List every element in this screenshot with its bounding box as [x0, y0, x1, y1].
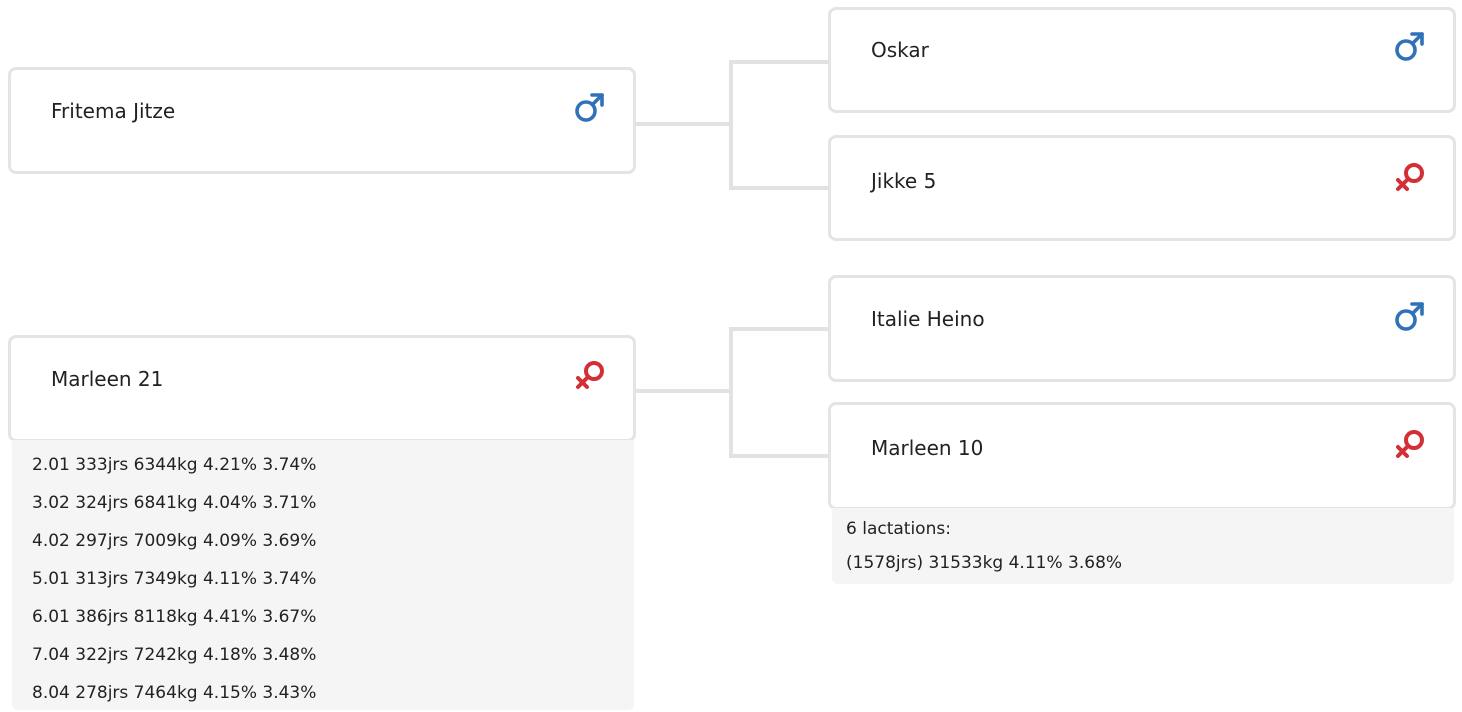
female-icon [576, 361, 604, 389]
lactation-summary: (1578jrs) 31533kg 4.11% 3.68% [846, 553, 1123, 573]
male-icon [1395, 302, 1424, 331]
animal-card-dam[interactable]: Marleen 21 [8, 335, 636, 442]
male-icon [575, 93, 604, 122]
lactation-row: 2.01 333jrs 6344kg 4.21% 3.74% [32, 455, 317, 475]
female-icon [1396, 430, 1424, 458]
animal-card-sire[interactable]: Fritema Jitze [8, 67, 636, 174]
lactation-row: 6.01 386jrs 8118kg 4.41% 3.67% [32, 607, 317, 627]
animal-card-sire-sire[interactable]: Oskar [828, 7, 1456, 113]
connector-sire-vertical [729, 60, 733, 190]
animal-card-dam-sire[interactable]: Italie Heino [828, 275, 1456, 382]
connector-dam-vertical [729, 327, 733, 458]
connector-dam-horizontal [633, 389, 731, 393]
lactation-row: 7.04 322jrs 7242kg 4.18% 3.48% [32, 645, 317, 665]
animal-name: Marleen 10 [871, 436, 984, 460]
lactation-panel-dam: 2.01 333jrs 6344kg 4.21% 3.74% 3.02 324j… [12, 440, 634, 710]
animal-name: Fritema Jitze [51, 99, 176, 123]
animal-card-sire-dam[interactable]: Jikke 5 [828, 135, 1456, 241]
animal-name: Italie Heino [871, 307, 985, 331]
animal-name: Jikke 5 [871, 169, 937, 193]
animal-name: Marleen 21 [51, 367, 164, 391]
animal-card-dam-dam[interactable]: Marleen 10 [828, 402, 1456, 510]
lactation-row: 3.02 324jrs 6841kg 4.04% 3.71% [32, 493, 317, 513]
connector-dam-bottom [729, 454, 832, 458]
lactation-panel-dam-dam: 6 lactations: (1578jrs) 31533kg 4.11% 3.… [832, 508, 1454, 584]
lactation-count: 6 lactations: [846, 519, 951, 539]
female-icon [1396, 163, 1424, 191]
lactation-row: 5.01 313jrs 7349kg 4.11% 3.74% [32, 569, 317, 589]
animal-name: Oskar [871, 38, 929, 62]
lactation-row: 8.04 278jrs 7464kg 4.15% 3.43% [32, 683, 317, 703]
male-icon [1395, 32, 1424, 61]
connector-sire-horizontal [633, 122, 731, 126]
connector-sire-bottom [729, 186, 832, 190]
connector-dam-top [729, 327, 832, 331]
connector-sire-top [729, 60, 832, 64]
lactation-row: 4.02 297jrs 7009kg 4.09% 3.69% [32, 531, 317, 551]
